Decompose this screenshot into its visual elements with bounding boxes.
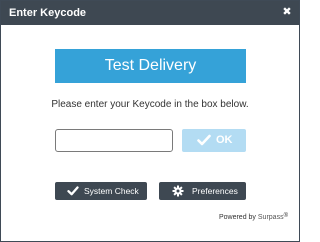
gear-icon	[172, 185, 184, 197]
dialog-titlebar: Enter Keycode ✖	[1, 1, 299, 25]
registered-mark: ®	[283, 213, 288, 219]
powered-by-text: Powered by	[218, 214, 256, 221]
brand-name: Surpass	[257, 214, 284, 221]
ok-button[interactable]: OK	[182, 129, 246, 152]
keycode-input[interactable]	[55, 129, 173, 152]
close-icon[interactable]: ✖	[281, 6, 293, 18]
test-delivery-banner: Test Delivery	[55, 49, 246, 83]
check-icon	[67, 185, 79, 197]
preferences-button[interactable]: Preferences	[159, 182, 246, 200]
enter-keycode-dialog: Enter Keycode ✖ Test Delivery Please ent…	[0, 0, 300, 242]
keycode-instructions: Please enter your Keycode in the box bel…	[51, 99, 249, 110]
system-check-label: System Check	[84, 186, 139, 196]
ok-button-label: OK	[216, 134, 233, 146]
dialog-title: Enter Keycode	[9, 7, 87, 19]
powered-by-footer: Powered by Surpass®	[219, 213, 288, 222]
system-check-button[interactable]: System Check	[55, 182, 147, 200]
check-icon	[197, 134, 211, 146]
preferences-label: Preferences	[192, 186, 238, 196]
